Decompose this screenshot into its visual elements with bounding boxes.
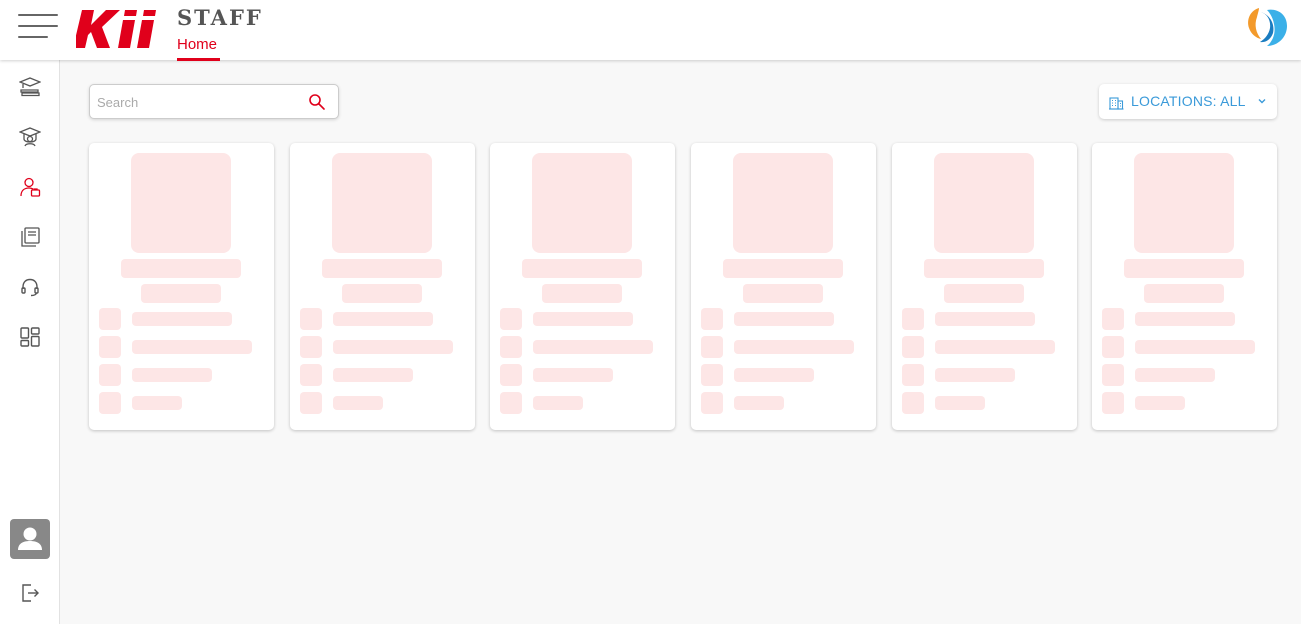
skeleton-role bbox=[141, 284, 221, 303]
skeleton-icon bbox=[701, 336, 723, 358]
skeleton-name bbox=[522, 259, 642, 278]
skeleton-line bbox=[734, 396, 784, 410]
skeleton-name bbox=[322, 259, 442, 278]
skeleton-line bbox=[1135, 340, 1255, 354]
skeleton-icon bbox=[99, 308, 121, 330]
skeleton-line bbox=[734, 340, 854, 354]
skeleton-line bbox=[935, 368, 1015, 382]
staff-card-skeleton[interactable] bbox=[1092, 143, 1277, 430]
logout-icon[interactable] bbox=[19, 582, 41, 604]
locations-label: LOCATIONS: ALL bbox=[1131, 93, 1246, 109]
skeleton-icon bbox=[1102, 336, 1124, 358]
staff-user-icon[interactable] bbox=[19, 176, 41, 198]
skeleton-line bbox=[132, 340, 252, 354]
skeleton-icon bbox=[902, 336, 924, 358]
skeleton-icon bbox=[300, 364, 322, 386]
skeleton-line bbox=[132, 312, 232, 326]
skeleton-icon bbox=[902, 392, 924, 414]
company-mark-icon bbox=[1248, 8, 1287, 47]
skeleton-icon bbox=[500, 308, 522, 330]
skeleton-line bbox=[935, 340, 1055, 354]
skeleton-photo bbox=[934, 153, 1034, 253]
skeleton-icon bbox=[500, 336, 522, 358]
app-title: STAFF bbox=[177, 5, 263, 30]
skeleton-icon bbox=[99, 336, 121, 358]
skeleton-role bbox=[944, 284, 1024, 303]
skeleton-role bbox=[342, 284, 422, 303]
skeleton-photo bbox=[131, 153, 231, 253]
skeleton-line bbox=[734, 312, 834, 326]
skeleton-icon bbox=[1102, 308, 1124, 330]
skeleton-line bbox=[533, 396, 583, 410]
skeleton-icon bbox=[902, 364, 924, 386]
user-avatar-icon[interactable] bbox=[10, 519, 50, 559]
skeleton-line bbox=[1135, 312, 1235, 326]
skeleton-icon bbox=[701, 308, 723, 330]
sidebar bbox=[0, 60, 60, 624]
skeleton-icon bbox=[500, 364, 522, 386]
student-cap-icon[interactable] bbox=[19, 126, 41, 148]
dashboard-grid-icon[interactable] bbox=[19, 326, 41, 348]
skeleton-line bbox=[132, 396, 182, 410]
skeleton-icon bbox=[1102, 364, 1124, 386]
skeleton-line bbox=[132, 368, 212, 382]
skeleton-line bbox=[935, 396, 985, 410]
skeleton-name bbox=[1124, 259, 1244, 278]
skeleton-line bbox=[333, 340, 453, 354]
skeleton-icon bbox=[701, 364, 723, 386]
skeleton-icon bbox=[902, 308, 924, 330]
skeleton-line bbox=[1135, 396, 1185, 410]
library-books-icon[interactable] bbox=[19, 226, 41, 248]
active-tab-indicator bbox=[177, 58, 220, 61]
skeleton-line bbox=[333, 396, 383, 410]
search-icon[interactable] bbox=[308, 93, 326, 111]
skeleton-name bbox=[924, 259, 1044, 278]
staff-card-skeleton[interactable] bbox=[290, 143, 475, 430]
skeleton-icon bbox=[99, 364, 121, 386]
search-input[interactable] bbox=[97, 91, 297, 113]
skeleton-name bbox=[121, 259, 241, 278]
search-box bbox=[89, 84, 339, 119]
skeleton-role bbox=[1144, 284, 1224, 303]
skeleton-name bbox=[723, 259, 843, 278]
skeleton-icon bbox=[300, 392, 322, 414]
skeleton-line bbox=[533, 312, 633, 326]
skeleton-icon bbox=[500, 392, 522, 414]
skeleton-line bbox=[1135, 368, 1215, 382]
chevron-down-icon bbox=[1258, 99, 1266, 104]
skeleton-role bbox=[743, 284, 823, 303]
skeleton-line bbox=[734, 368, 814, 382]
skeleton-line bbox=[533, 340, 653, 354]
kii-logo[interactable] bbox=[76, 10, 166, 48]
locations-dropdown[interactable]: LOCATIONS: ALL bbox=[1099, 84, 1277, 119]
graduation-books-icon[interactable] bbox=[19, 76, 41, 98]
staff-card-skeleton[interactable] bbox=[490, 143, 675, 430]
skeleton-icon bbox=[701, 392, 723, 414]
skeleton-photo bbox=[332, 153, 432, 253]
staff-card-grid bbox=[89, 143, 1277, 431]
skeleton-icon bbox=[1102, 392, 1124, 414]
skeleton-line bbox=[533, 368, 613, 382]
hamburger-menu-icon[interactable] bbox=[16, 13, 60, 39]
headset-icon[interactable] bbox=[19, 276, 41, 298]
app-header: STAFF Home bbox=[0, 0, 1301, 61]
skeleton-line bbox=[935, 312, 1035, 326]
skeleton-role bbox=[542, 284, 622, 303]
skeleton-icon bbox=[300, 308, 322, 330]
building-icon bbox=[1109, 97, 1124, 110]
skeleton-line bbox=[333, 312, 433, 326]
staff-card-skeleton[interactable] bbox=[892, 143, 1077, 430]
skeleton-line bbox=[333, 368, 413, 382]
skeleton-photo bbox=[733, 153, 833, 253]
tab-home[interactable]: Home bbox=[177, 36, 217, 53]
skeleton-icon bbox=[300, 336, 322, 358]
skeleton-photo bbox=[532, 153, 632, 253]
staff-card-skeleton[interactable] bbox=[691, 143, 876, 430]
staff-card-skeleton[interactable] bbox=[89, 143, 274, 430]
skeleton-photo bbox=[1134, 153, 1234, 253]
skeleton-icon bbox=[99, 392, 121, 414]
